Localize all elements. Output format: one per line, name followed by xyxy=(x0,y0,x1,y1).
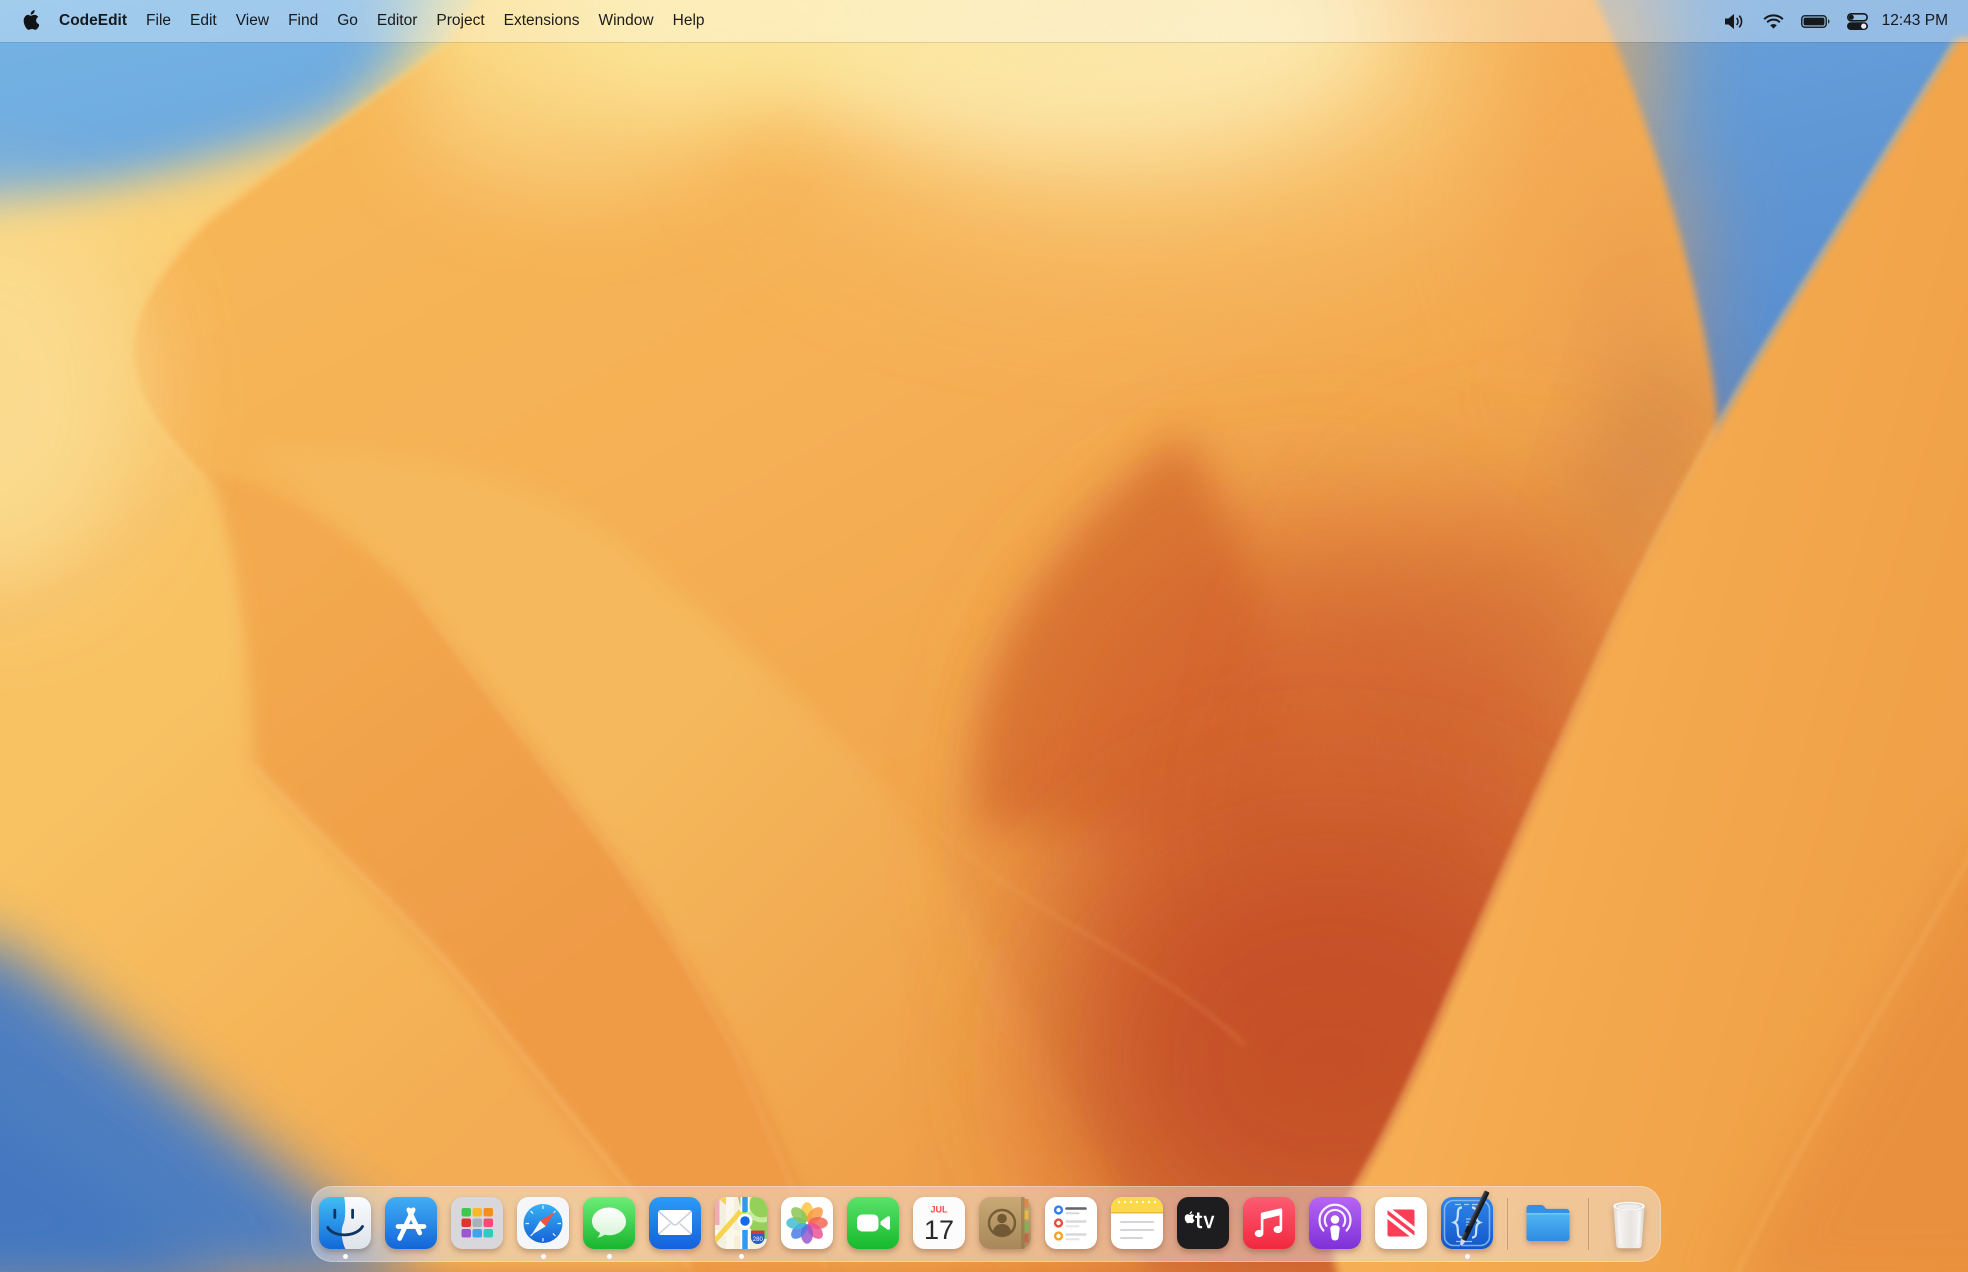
svg-text:280: 280 xyxy=(753,1237,764,1243)
svg-text:17: 17 xyxy=(924,1215,954,1245)
svg-text:JUL: JUL xyxy=(930,1205,948,1215)
